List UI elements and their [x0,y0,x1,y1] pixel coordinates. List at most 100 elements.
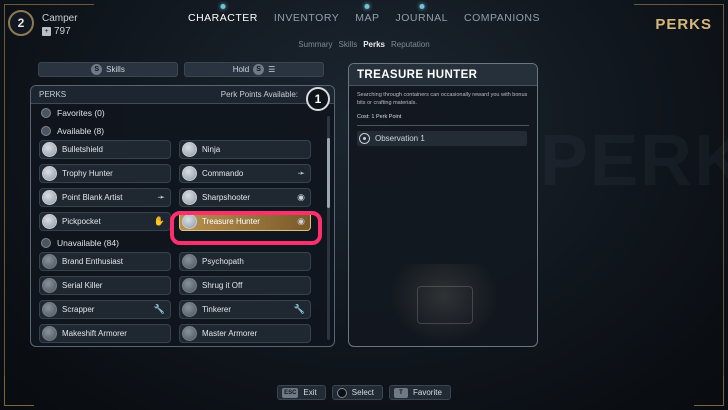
tab-journal[interactable]: JOURNAL [388,4,457,24]
selection-highlight-ring [170,211,322,245]
filter-icon: ☰ [268,65,276,74]
tab-companions[interactable]: COMPANIONS [456,12,548,24]
perk-trophy-hunter[interactable]: Trophy Hunter [39,164,171,183]
treasure-chest-illustration [389,264,499,344]
perk-master-armorer[interactable]: Master Armorer [179,324,311,343]
wrench-icon: 🔧 [293,304,305,314]
perk-ninja[interactable]: Ninja [179,140,311,159]
hold-key-icon: S [253,64,265,75]
perk-detail-description: Searching through containers can occasio… [357,92,528,106]
gun-icon: ➛ [157,192,165,202]
armor-icon [42,326,57,341]
screen-title: PERKS [655,16,712,33]
perk-detail-panel: TREASURE HUNTER Searching through contai… [348,63,538,347]
divider [357,125,529,126]
gun-icon: ➛ [297,168,305,178]
available-label: Available (8) [57,126,105,136]
unavailable-label: Unavailable (84) [57,238,119,248]
perk-psychopath[interactable]: Psychopath [179,252,311,271]
mouse-click-icon [336,387,347,398]
perk-serial-killer[interactable]: Serial Killer [39,276,171,295]
skills-toggle-button[interactable]: S Skills [38,62,178,77]
trophy-icon [42,166,57,181]
subtab-reputation[interactable]: Reputation [391,40,430,49]
gear-icon [182,302,197,317]
chevron-icon [41,238,51,248]
perk-brand-enthusiast[interactable]: Brand Enthusiast [39,252,171,271]
commando-icon [182,166,197,181]
hold-label: Hold [232,65,250,74]
skills-toggle-label: Skills [106,65,125,74]
perk-requirement-label: Observation 1 [375,134,425,143]
tab-character[interactable]: CHARACTER [180,4,266,24]
observation-icon [359,133,370,144]
background-watermark: PERKS [540,121,728,201]
hand-skill-icon: ✋ [153,216,165,226]
perks-panel-header: PERKS Perk Points Available: [31,86,334,104]
perk-scrapper[interactable]: Scrapper 🔧 [39,300,171,319]
skull-icon [42,278,57,293]
shield-icon [42,142,57,157]
hold-filter-button[interactable]: Hold S ☰ [184,62,324,77]
armor-icon [182,326,197,341]
perks-scrollbar-thumb[interactable] [327,138,330,208]
perk-pickpocket[interactable]: Pickpocket ✋ [39,212,171,231]
subtab-perks[interactable]: Perks [363,40,385,49]
psychopath-icon [182,254,197,269]
main-tabs: CHARACTER INVENTORY MAP JOURNAL COMPANIO… [0,4,728,24]
tab-inventory[interactable]: INVENTORY [266,12,347,24]
perk-detail-cost: Cost: 1 Perk Point [357,114,402,120]
frame-top-right-line [634,4,724,5]
esc-key-icon: ESC [282,387,299,398]
pistol-icon [42,190,57,205]
journal-notification-dot [419,4,425,9]
chevron-icon [41,108,51,118]
player-xp-value: 797 [54,26,71,37]
perk-shrug-it-off[interactable]: Shrug it Off [179,276,311,295]
perk-bulletshield[interactable]: Bulletshield [39,140,171,159]
brand-icon [42,254,57,269]
hand-icon [42,214,57,229]
tab-map[interactable]: MAP [347,4,387,24]
perk-tinkerer[interactable]: Tinkerer 🔧 [179,300,311,319]
favorite-button[interactable]: T Favorite [389,385,451,400]
perk-points-count: 1 [306,87,330,111]
favorites-label: Favorites (0) [57,108,105,118]
shrug-icon [182,278,197,293]
frame-right-line [723,4,724,406]
perk-sharpshooter[interactable]: Sharpshooter ◉ [179,188,311,207]
exit-button[interactable]: ESC Exit [277,385,326,400]
perk-requirement: Observation 1 [357,131,527,146]
select-button[interactable]: Select [331,385,383,400]
subtab-summary[interactable]: Summary [298,40,332,49]
perk-point-blank-artist[interactable]: Point Blank Artist ➛ [39,188,171,207]
skills-key-icon: S [91,64,103,75]
active-tab-indicator [220,4,226,9]
chevron-icon [41,126,51,136]
subtab-skills[interactable]: Skills [339,40,358,49]
perk-makeshift-armorer[interactable]: Makeshift Armorer [39,324,171,343]
player-xp: + 797 [42,26,71,37]
exit-label: Exit [303,388,317,397]
perk-commando[interactable]: Commando ➛ [179,164,311,183]
wrench-icon: 🔧 [153,304,165,314]
scrap-icon [42,302,57,317]
unavailable-perks-grid: Brand Enthusiast Psychopath Serial Kille… [31,252,334,343]
observation-icon: ◉ [297,192,305,202]
frame-left-line [4,4,5,406]
perk-points-label: Perk Points Available: [220,90,298,99]
ninja-icon [182,142,197,157]
sub-tabs: Summary Skills Perks Reputation [0,40,728,49]
favorite-label: Favorite [413,388,442,397]
map-notification-dot [364,4,370,9]
crosshair-icon [182,190,197,205]
favorites-section[interactable]: Favorites (0) [31,104,334,122]
select-label: Select [351,388,374,397]
frame-top-left-line [4,4,94,5]
perk-detail-title: TREASURE HUNTER [349,64,537,86]
footer-controls: ESC Exit Select T Favorite [0,385,728,400]
available-section[interactable]: Available (8) [31,122,334,140]
t-key-icon: T [394,387,408,398]
perks-panel-title: PERKS [39,90,67,99]
xp-icon: + [42,27,51,36]
